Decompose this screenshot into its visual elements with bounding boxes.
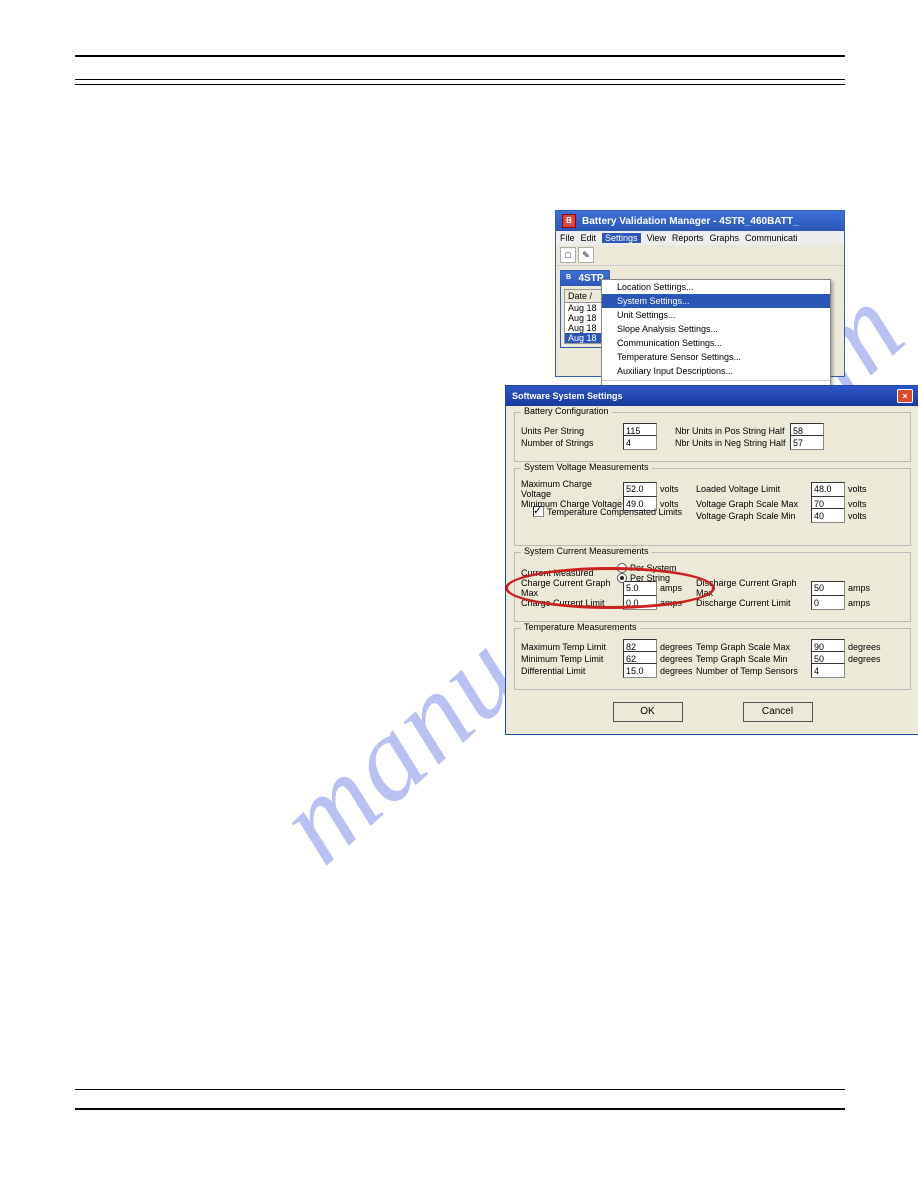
lbl-pos-half: Nbr Units in Pos String Half	[675, 426, 790, 436]
lbl-temp-comp: Temperature Compensated Limits	[547, 507, 682, 517]
inp-num-strings[interactable]	[623, 435, 657, 450]
date-header[interactable]: Date /	[565, 290, 605, 303]
dd-item-tempsensor[interactable]: Temperature Sensor Settings...	[602, 350, 830, 364]
lbl-dcg-max: Discharge Current Graph Max	[696, 578, 811, 598]
legend-battery: Battery Configuration	[521, 406, 612, 416]
inp-neg-half[interactable]	[790, 435, 824, 450]
lbl-tg-min: Temp Graph Scale Min	[696, 654, 811, 664]
ok-button[interactable]: OK	[613, 702, 683, 722]
group-temperature: Temperature Measurements Maximum Temp Li…	[514, 628, 911, 690]
toolbar-btn-2[interactable]: ✎	[578, 247, 594, 263]
window-title: Battery Validation Manager - 4STR_460BAT…	[582, 216, 799, 227]
lbl-neg-half: Nbr Units in Neg String Half	[675, 438, 790, 448]
group-battery: Battery Configuration Units Per String N…	[514, 412, 911, 462]
close-icon[interactable]: ×	[897, 389, 913, 403]
lbl-units-per-string: Units Per String	[521, 426, 623, 436]
dialog-titlebar: Software System Settings ×	[506, 386, 918, 406]
dialog-title: Software System Settings	[512, 391, 623, 401]
legend-voltage: System Voltage Measurements	[521, 462, 652, 472]
inp-diff[interactable]	[623, 663, 657, 678]
dd-item-slope[interactable]: Slope Analysis Settings...	[602, 322, 830, 336]
lbl-curr-measured: Current Measured	[521, 568, 609, 578]
menu-comm[interactable]: Communicati	[745, 233, 798, 243]
lbl-min-t: Minimum Temp Limit	[521, 654, 623, 664]
date-list[interactable]: Date / Aug 18 Aug 18 Aug 18 Aug 18	[564, 289, 606, 344]
inp-ccl[interactable]	[623, 595, 657, 610]
dd-item-system[interactable]: System Settings...	[602, 294, 830, 308]
lbl-num-sens: Number of Temp Sensors	[696, 666, 811, 676]
inp-num-sens[interactable]	[811, 663, 845, 678]
toolbar: □ ✎	[556, 245, 844, 266]
list-item[interactable]: Aug 18	[565, 323, 605, 333]
lbl-max-t: Maximum Temp Limit	[521, 642, 623, 652]
cancel-button[interactable]: Cancel	[743, 702, 813, 722]
dd-separator	[602, 380, 830, 381]
dd-item-unit[interactable]: Unit Settings...	[602, 308, 830, 322]
inp-dcl[interactable]	[811, 595, 845, 610]
list-item[interactable]: Aug 18	[565, 303, 605, 313]
lbl-dcl: Discharge Current Limit	[696, 598, 811, 608]
menu-edit[interactable]: Edit	[581, 233, 597, 243]
legend-current: System Current Measurements	[521, 546, 652, 556]
menu-file[interactable]: File	[560, 233, 575, 243]
list-item[interactable]: Aug 18	[565, 313, 605, 323]
bvm-window: B Battery Validation Manager - 4STR_460B…	[555, 210, 845, 377]
lbl-tg-max: Temp Graph Scale Max	[696, 642, 811, 652]
inp-loaded-v[interactable]	[811, 482, 845, 497]
inp-dcg-max[interactable]	[811, 581, 845, 596]
radio-per-system[interactable]	[617, 563, 627, 573]
lbl-ccg-max: Charge Current Graph Max	[521, 578, 623, 598]
toolbar-btn-1[interactable]: □	[560, 247, 576, 263]
dd-item-aux[interactable]: Auxiliary Input Descriptions...	[602, 364, 830, 378]
lbl-loaded-v: Loaded Voltage Limit	[696, 484, 811, 494]
system-settings-dialog: Software System Settings × Battery Confi…	[505, 385, 918, 735]
lbl-max-cv: Maximum Charge Voltage	[521, 479, 623, 499]
menubar[interactable]: File Edit Settings View Reports Graphs C…	[556, 231, 844, 245]
legend-temp: Temperature Measurements	[521, 622, 640, 632]
menu-settings[interactable]: Settings	[602, 233, 641, 243]
dd-item-comm[interactable]: Communication Settings...	[602, 336, 830, 350]
chk-temp-comp[interactable]	[533, 506, 544, 517]
button-row: OK Cancel	[514, 696, 911, 728]
menu-reports[interactable]: Reports	[672, 233, 704, 243]
lbl-ccl: Charge Current Limit	[521, 598, 623, 608]
sub-app-icon: B	[566, 273, 574, 284]
titlebar: B Battery Validation Manager - 4STR_460B…	[556, 211, 844, 231]
radio-per-string[interactable]	[617, 573, 627, 583]
inp-ccg-max[interactable]	[623, 581, 657, 596]
list-item[interactable]: Aug 18	[565, 333, 605, 343]
lbl-num-strings: Number of Strings	[521, 438, 623, 448]
menu-graphs[interactable]: Graphs	[709, 233, 739, 243]
app-icon: B	[562, 214, 576, 228]
dd-item-location[interactable]: Location Settings...	[602, 280, 830, 294]
lbl-diff: Differential Limit	[521, 666, 623, 676]
menu-view[interactable]: View	[647, 233, 666, 243]
group-current: System Current Measurements Current Meas…	[514, 552, 911, 622]
inp-max-cv[interactable]	[623, 482, 657, 497]
group-voltage: System Voltage Measurements Maximum Char…	[514, 468, 911, 546]
